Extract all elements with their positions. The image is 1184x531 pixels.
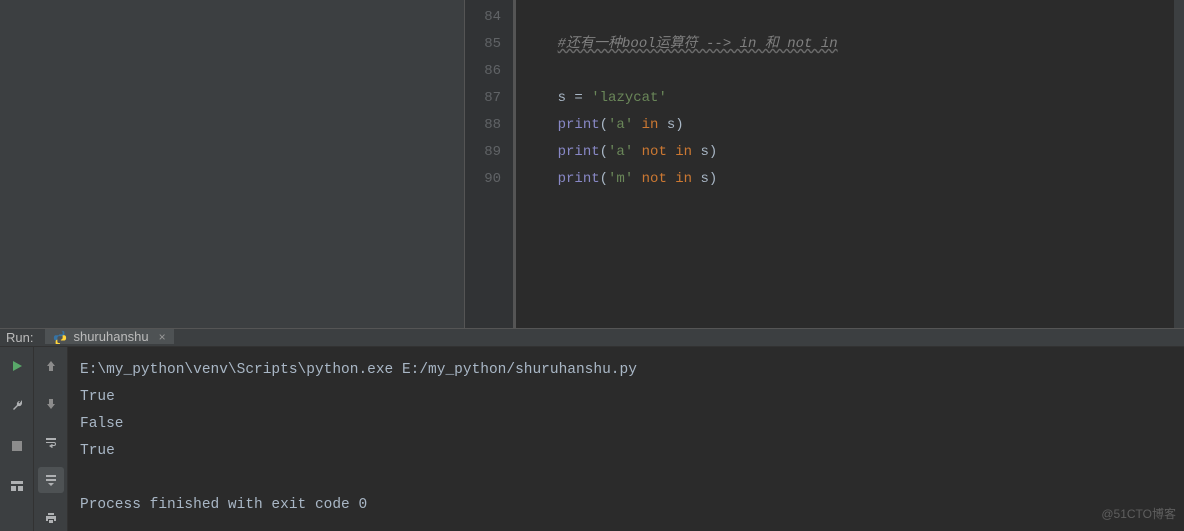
run-tab[interactable]: shuruhanshu ×	[45, 329, 173, 346]
run-header: Run: shuruhanshu ×	[0, 329, 1184, 347]
close-icon[interactable]: ×	[159, 330, 166, 344]
code-editor[interactable]: #还有一种bool运算符 --> in 和 not in s = 'lazyca…	[513, 0, 1184, 328]
line-number: 87	[465, 85, 501, 112]
line-number: 85	[465, 31, 501, 58]
print-button[interactable]	[38, 505, 64, 531]
layout-button[interactable]	[4, 473, 30, 499]
code-line[interactable]: print('m' not in s)	[524, 166, 1184, 193]
run-panel: Run: shuruhanshu ×	[0, 328, 1184, 528]
scroll-to-end-button[interactable]	[38, 467, 64, 493]
code-line[interactable]: print('a' in s)	[524, 112, 1184, 139]
line-gutter: 84858687888990	[465, 0, 513, 328]
code-line[interactable]: print('a' not in s)	[524, 139, 1184, 166]
run-toolbar-secondary	[34, 347, 68, 531]
rerun-button[interactable]	[4, 353, 30, 379]
up-arrow-icon[interactable]	[38, 353, 64, 379]
watermark: @51CTO博客	[1101, 505, 1176, 522]
line-number: 89	[465, 139, 501, 166]
code-line[interactable]: #还有一种bool运算符 --> in 和 not in	[524, 31, 1184, 58]
editor-area: 84858687888990 #还有一种bool运算符 --> in 和 not…	[0, 0, 1184, 328]
run-label: Run:	[0, 330, 45, 345]
editor-scrollbar[interactable]	[1174, 0, 1184, 328]
line-number: 90	[465, 166, 501, 193]
down-arrow-icon[interactable]	[38, 391, 64, 417]
project-pane	[0, 0, 465, 328]
soft-wrap-button[interactable]	[38, 429, 64, 455]
code-line[interactable]	[524, 58, 1184, 85]
run-body: E:\my_python\venv\Scripts\python.exe E:/…	[0, 347, 1184, 531]
line-number: 88	[465, 112, 501, 139]
run-tab-name: shuruhanshu	[73, 329, 148, 344]
run-toolbar-primary	[0, 347, 34, 531]
code-line[interactable]: s = 'lazycat'	[524, 85, 1184, 112]
line-number: 84	[465, 4, 501, 31]
console-output[interactable]: E:\my_python\venv\Scripts\python.exe E:/…	[68, 347, 1184, 531]
python-icon	[53, 330, 67, 344]
line-number: 86	[465, 58, 501, 85]
wrench-button[interactable]	[4, 393, 30, 419]
code-pane: 84858687888990 #还有一种bool运算符 --> in 和 not…	[465, 0, 1184, 328]
code-line[interactable]	[524, 4, 1184, 31]
stop-button[interactable]	[4, 433, 30, 459]
